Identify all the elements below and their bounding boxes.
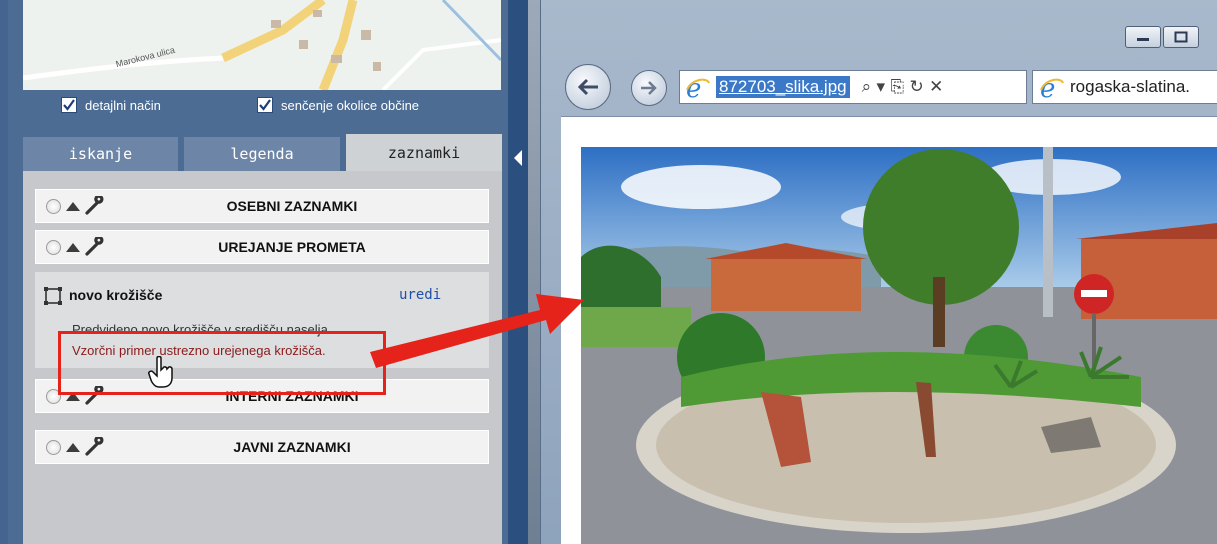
- address-bar-icons[interactable]: ⌕ ▾ ⎘ ↻ ✕: [862, 77, 944, 97]
- shading-checkbox[interactable]: [257, 97, 273, 113]
- move-up-icon[interactable]: [66, 243, 80, 252]
- map-app-panel: Marokova ulica detajlni način senčenje o…: [0, 0, 508, 544]
- maximize-icon: [1174, 31, 1188, 43]
- move-up-icon[interactable]: [66, 443, 80, 452]
- hand-cursor-icon: [148, 356, 173, 388]
- collapse-arrow-icon[interactable]: [508, 0, 528, 544]
- wrench-icon[interactable]: [84, 237, 104, 257]
- map-preview[interactable]: Marokova ulica: [23, 0, 501, 90]
- panel-edge: [0, 0, 8, 544]
- shading-label: senčenje okolice občine: [281, 97, 420, 113]
- maximize-button[interactable]: [1163, 26, 1199, 48]
- url-text[interactable]: 872703_slika.jpg: [716, 76, 850, 98]
- shading-option[interactable]: senčenje okolice občine: [257, 96, 419, 114]
- checkmark-icon: [63, 99, 75, 111]
- ie-logo-icon: e: [1040, 75, 1064, 101]
- address-bar[interactable]: e 872703_slika.jpg ⌕ ▾ ⎘ ↻ ✕: [679, 70, 1027, 104]
- group-radio[interactable]: [46, 440, 61, 455]
- detail-mode-checkbox[interactable]: [61, 97, 77, 113]
- tab-iskanje[interactable]: iskanje: [23, 137, 178, 171]
- group-radio[interactable]: [46, 199, 61, 214]
- tab-legenda[interactable]: legenda: [184, 137, 340, 171]
- link-highlight-box: [58, 331, 386, 395]
- wrench-icon[interactable]: [84, 196, 104, 216]
- tab-zaznamki[interactable]: zaznamki: [346, 134, 502, 171]
- bookmark-title: novo krožišče: [69, 287, 163, 303]
- browser-tab[interactable]: e rogaska-slatina.: [1032, 70, 1217, 104]
- detail-mode-option[interactable]: detajlni način: [61, 96, 161, 114]
- back-button[interactable]: [565, 64, 611, 110]
- group-urejanje-prometa[interactable]: UREJANJE PROMETA: [35, 230, 489, 264]
- group-osebni-zaznamki[interactable]: OSEBNI ZAZNAMKI: [35, 189, 489, 223]
- detail-mode-label: detajlni način: [85, 97, 161, 113]
- ie-logo-icon: e: [686, 75, 710, 101]
- minimize-button[interactable]: [1125, 26, 1161, 48]
- forward-button[interactable]: [631, 70, 667, 106]
- forward-arrow-icon: [641, 81, 657, 95]
- callout-arrow: [370, 294, 584, 368]
- minimize-icon: [1137, 38, 1149, 41]
- group-radio[interactable]: [46, 240, 61, 255]
- move-up-icon[interactable]: [66, 202, 80, 211]
- panel-divider[interactable]: [508, 0, 528, 544]
- tab-label: rogaska-slatina.: [1070, 77, 1191, 96]
- group-javni-zaznamki[interactable]: JAVNI ZAZNAMKI: [35, 430, 489, 464]
- photo-illustration: [581, 147, 1217, 544]
- polygon-icon: [44, 287, 62, 305]
- roundabout-photo: [581, 147, 1217, 544]
- map-roads: [23, 0, 501, 90]
- wrench-icon[interactable]: [84, 437, 104, 457]
- back-arrow-icon: [577, 78, 598, 96]
- checkmark-icon: [259, 99, 271, 111]
